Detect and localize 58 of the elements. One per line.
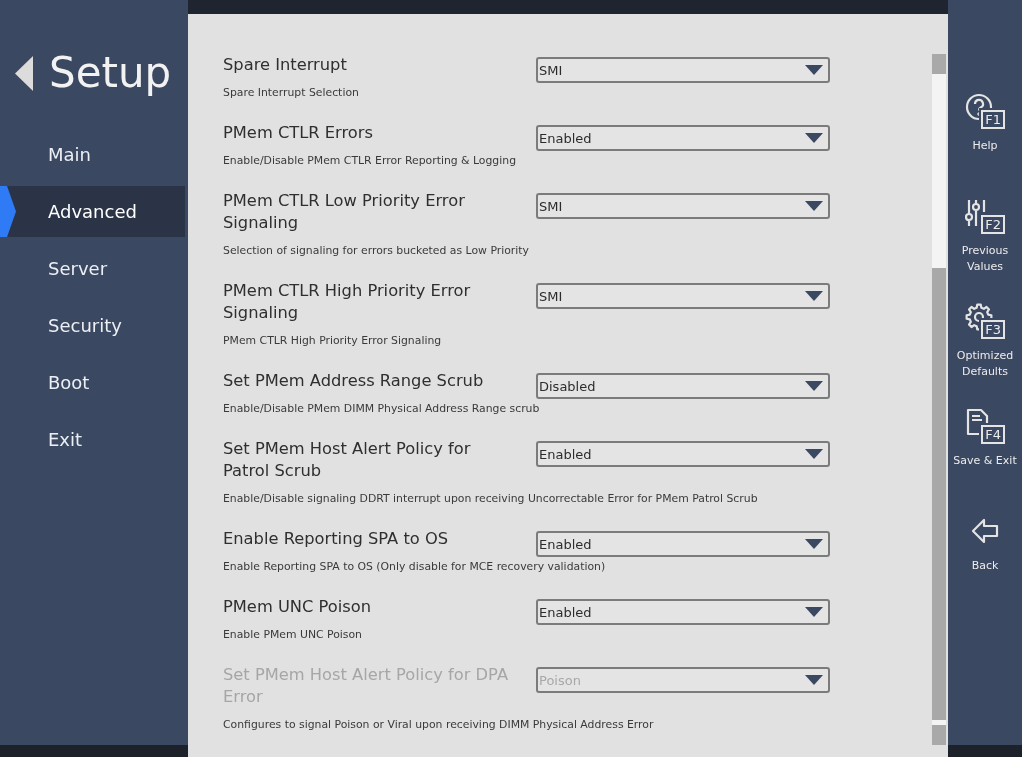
caret-down-icon [805,381,823,391]
setting-label: PMem CTLR High Priority Error Signaling [223,280,472,324]
shortcut-key: F2 [981,215,1005,234]
scrollbar-thumb[interactable] [932,268,946,720]
back-button[interactable]: Back [948,508,1022,613]
caret-down-icon [805,201,823,211]
scroll-down-button[interactable] [932,725,946,745]
setting-label: Enable Reporting SPA to OS [223,528,449,550]
caret-down-icon [805,539,823,549]
dropdown[interactable]: Disabled [536,373,830,399]
setting-description: Enable PMem UNC Poison [223,627,362,643]
shortcut-key: F1 [981,110,1005,129]
setting-label: PMem CTLR Low Priority Error Signaling [223,190,466,234]
caret-down-icon [805,607,823,617]
setup-title: Setup [49,48,172,98]
dropdown[interactable]: Enabled [536,441,830,467]
dropdown[interactable]: SMI [536,283,830,309]
setting-description: PMem CTLR High Priority Error Signaling [223,333,442,349]
menu-item[interactable]: Advanced [0,186,185,237]
setting-label: PMem UNC Poison [223,596,372,618]
setting-description: Enable/Disable PMem CTLR Error Reporting & Logging [223,153,517,169]
dropdown[interactable]: Enabled [536,125,830,151]
caret-down-icon [805,133,823,143]
setting-description: Spare Interrupt Selection [223,85,359,101]
menu-item[interactable]: Security [0,300,185,351]
setting-label: PMem CTLR Errors [223,122,373,144]
left-arrow-icon [971,518,999,544]
setting-label: Set PMem Host Alert Policy for DPA Error [223,664,510,708]
dropdown[interactable]: Enabled [536,599,830,625]
caret-left-icon[interactable] [15,55,33,91]
caret-down-icon [805,65,823,75]
previous-values-button[interactable]: F2 Previous Values [948,193,1022,298]
shortcut-key: F4 [981,425,1005,444]
caret-down-icon [805,291,823,301]
setting-label: Set PMem Address Range Scrub [223,370,484,392]
setting-description: Selection of signaling for errors bucketed as Low Priority [223,243,529,259]
scroll-up-button[interactable] [932,54,946,74]
setting-label: Set PMem Host Alert Policy for Patrol Scrub [223,438,472,482]
setting-description: Enable/Disable PMem DIMM Physical Address Range scrub [223,401,540,417]
selection-chevron-icon [0,186,16,237]
menu-item[interactable]: Main [0,129,185,180]
save-exit-button[interactable]: F4 Save & Exit [948,403,1022,508]
shortcut-key: F3 [981,320,1005,339]
menu-item[interactable]: Server [0,243,185,294]
caret-down-icon [805,449,823,459]
dropdown[interactable]: Enabled [536,531,830,557]
dropdown[interactable]: SMI [536,57,830,83]
help-button[interactable]: F1 Help [948,88,1022,193]
caret-down-icon [805,675,823,685]
menu-item[interactable]: Boot [0,357,185,408]
setting-description: Enable Reporting SPA to OS (Only disable for MCE recovery validation) [223,559,606,575]
setting-label: Spare Interrupt [223,54,347,76]
dropdown[interactable]: SMI [536,193,830,219]
setting-description: Configures to signal Poison or Viral upon receiving DIMM Physical Address Error [223,717,654,733]
setting-description: Enable/Disable signaling DDRT interrupt upon receiving Uncorrectable Error for PMem Patrol Scrub [223,491,758,507]
menu-item[interactable]: Exit [0,414,185,465]
optimized-defaults-button[interactable]: F3 Optimized Defaults [948,298,1022,403]
scrollbar[interactable] [932,54,946,745]
